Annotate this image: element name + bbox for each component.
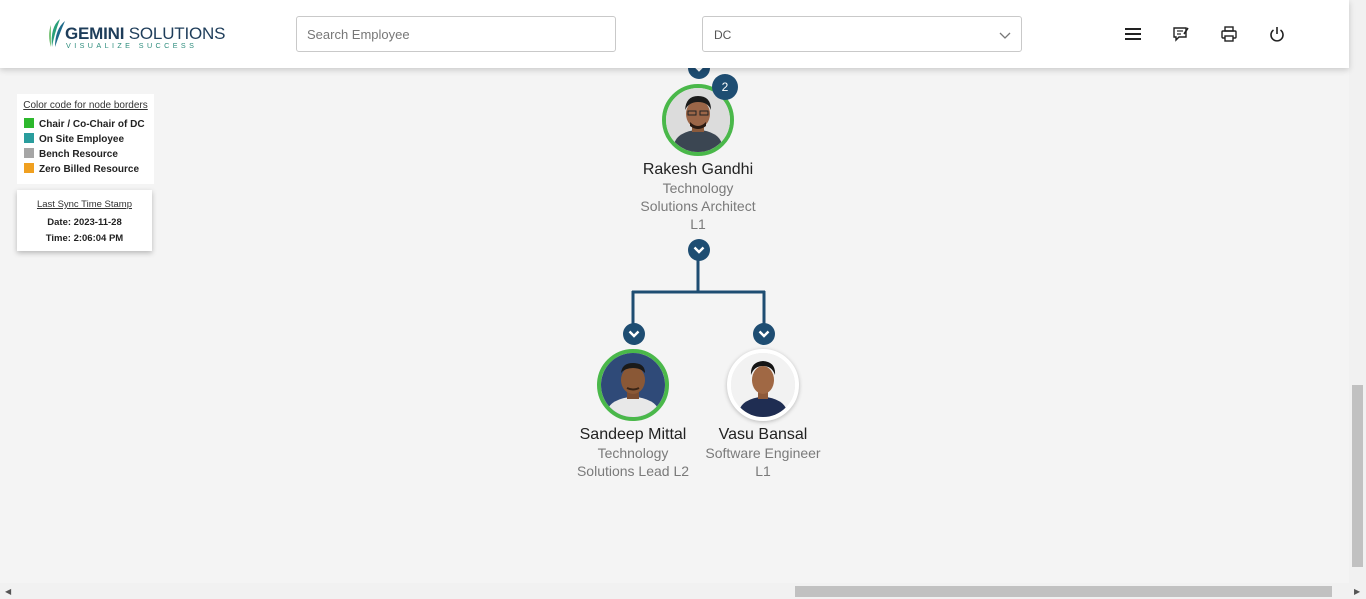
legend-swatch — [24, 132, 34, 143]
node-rakesh-gandhi[interactable]: Rakesh Gandhi Technology Solutions Archi… — [598, 160, 798, 233]
horizontal-scrollbar[interactable]: ◀ ▶ — [0, 583, 1366, 599]
search-employee-input[interactable] — [296, 16, 616, 52]
connector-lines — [631, 260, 766, 324]
org-chart: 2 Rakesh Gandhi Technology Solutions Arc… — [0, 0, 1349, 583]
last-sync-card: Last Sync Time Stamp Date: 2023-11-28 Ti… — [17, 190, 152, 251]
legend-swatch — [24, 147, 34, 158]
horizontal-scroll-thumb[interactable] — [795, 586, 1332, 597]
menu-button[interactable] — [1121, 22, 1145, 46]
legend-swatch — [24, 117, 34, 128]
legend-item: On Site Employee — [23, 132, 148, 147]
chevron-down-icon — [999, 32, 1011, 39]
employee-department: Technology — [662, 180, 734, 196]
employee-level: L1 — [755, 463, 771, 479]
legend-item: Chair / Co-Chair of DC — [23, 117, 148, 132]
brand-tagline: VISUALIZE SUCCESS — [66, 41, 198, 50]
employee-name: Vasu Bansal — [718, 426, 808, 443]
feedback-button[interactable] — [1169, 22, 1193, 46]
power-icon — [1270, 27, 1284, 42]
legend-label: Chair / Co-Chair of DC — [39, 119, 145, 130]
employee-designation: Solutions Architect — [640, 198, 756, 214]
print-button[interactable] — [1217, 22, 1241, 46]
node-vasu-bansal[interactable]: Vasu Bansal Software Engineer L1 — [683, 425, 843, 480]
gemini-solutions-logo[interactable]: GEMINI SOLUTIONS VISUALIZE SUCCESS — [46, 17, 225, 51]
legend-swatch — [24, 162, 34, 173]
avatar-sandeep-mittal[interactable] — [597, 349, 669, 421]
avatar-vasu-bansal[interactable] — [727, 349, 799, 421]
expand-button-vasu-bansal[interactable] — [753, 323, 775, 345]
legend-label: Bench Resource — [39, 149, 118, 160]
legend-title: Color code for node borders — [23, 100, 148, 111]
dc-select[interactable]: DC — [702, 16, 1022, 52]
top-header: GEMINI SOLUTIONS VISUALIZE SUCCESS DC — [0, 0, 1349, 68]
color-code-legend: Color code for node borders Chair / Co-C… — [17, 94, 154, 184]
sync-title: Last Sync Time Stamp — [36, 199, 133, 210]
expand-button-rakesh-gandhi[interactable] — [688, 239, 710, 261]
chevron-down-icon — [758, 330, 770, 338]
expand-button-sandeep-mittal[interactable] — [623, 323, 645, 345]
employee-designation: Software Engineer — [705, 445, 821, 461]
feedback-icon — [1173, 27, 1189, 42]
legend-label: On Site Employee — [39, 134, 125, 145]
scroll-right-arrow-icon[interactable]: ▶ — [1354, 587, 1360, 596]
vertical-scroll-thumb[interactable] — [1352, 385, 1363, 567]
legend-item: Bench Resource — [23, 147, 148, 162]
menu-icon — [1125, 28, 1141, 40]
chevron-down-icon — [628, 330, 640, 338]
legend-label: Zero Billed Resource — [39, 164, 140, 175]
legend-item: Zero Billed Resource — [23, 162, 148, 177]
direct-reports-count-badge: 2 — [712, 74, 738, 100]
person-photo — [731, 353, 795, 417]
sync-time: Time: 2:06:04 PM — [45, 233, 124, 244]
person-photo — [601, 353, 665, 417]
print-icon — [1221, 26, 1237, 42]
sync-date: Date: 2023-11-28 — [47, 217, 122, 228]
scroll-left-arrow-icon[interactable]: ◀ — [5, 587, 11, 596]
employee-level: L1 — [690, 216, 706, 232]
vertical-scrollbar[interactable] — [1349, 0, 1366, 583]
selected-value: DC — [714, 28, 732, 42]
chevron-down-icon — [693, 246, 705, 254]
logout-button[interactable] — [1265, 22, 1289, 46]
employee-name: Rakesh Gandhi — [642, 161, 754, 178]
